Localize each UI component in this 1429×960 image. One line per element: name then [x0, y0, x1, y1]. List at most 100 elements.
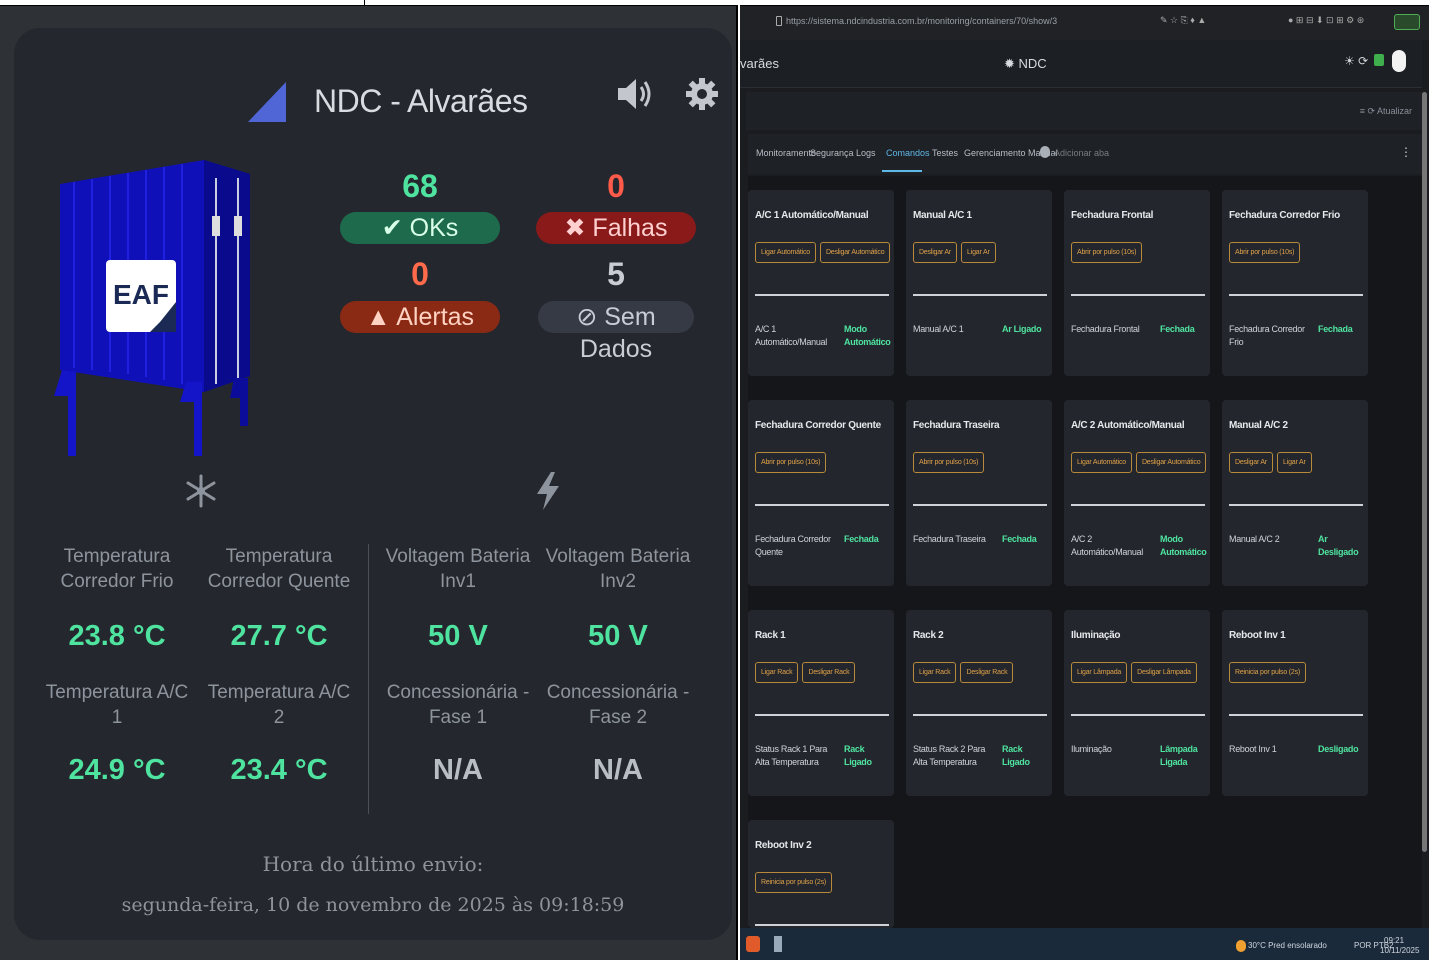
command-button[interactable]: Ligar Automático	[1071, 452, 1132, 473]
command-card: Fechadura Traseira Abrir por pulso (10s) F…	[906, 400, 1052, 586]
command-button[interactable]: Desligar Rack	[960, 662, 1014, 683]
command-card-title: Manual A/C 1	[913, 210, 972, 221]
refresh-button[interactable]: ≡ ⟳ Atualizar	[1360, 106, 1412, 117]
avatar[interactable]	[1392, 50, 1406, 72]
scrollbar[interactable]	[1422, 92, 1427, 852]
command-button[interactable]: Abrir por pulso (10s)	[755, 452, 827, 473]
tab-icon[interactable]	[776, 16, 782, 26]
command-buttons: Ligar Rack Desligar Rack	[755, 662, 856, 683]
tab-comandos[interactable]: Comandos	[886, 148, 930, 158]
weather-icon	[1236, 940, 1246, 952]
url-field[interactable]: https://sistema.ndcindustria.com.br/moni…	[786, 16, 1057, 26]
taskbar-date[interactable]: 10/11/2025	[1380, 946, 1419, 955]
status-label: Fechadura Traseira	[913, 534, 986, 544]
metric-value: 27.7 °C	[230, 620, 328, 652]
alert-label: Alertas	[396, 303, 475, 331]
card-divider	[913, 504, 1047, 506]
command-button[interactable]: Ligar Rack	[913, 662, 957, 683]
command-button[interactable]: Abrir por pulso (10s)	[913, 452, 985, 473]
command-card: Iluminação Ligar Lâmpada Desligar Lâmpada I…	[1064, 610, 1210, 796]
header-actions-icons[interactable]: ☀ ⟳	[1344, 54, 1368, 68]
taskbar-weather[interactable]: 30°C Pred ensolarado	[1248, 941, 1327, 950]
command-buttons: Abrir por pulso (10s)	[913, 452, 985, 473]
tab-adicionar[interactable]: Adicionar aba	[1054, 148, 1109, 158]
status-icon[interactable]	[1374, 54, 1384, 66]
status-label: Fechadura Corredor Frio	[1229, 324, 1305, 347]
command-button[interactable]: Desligar Automático	[819, 242, 891, 263]
screen: NDC - Alvarães EAF 68 ✔ OKs 0 ✖ Falhas 0…	[0, 0, 1429, 960]
status-label: Fechadura Frontal	[1071, 324, 1140, 334]
alert-badge[interactable]: ▲ Alertas	[340, 301, 500, 333]
status-label: A/C 1 Automático/Manual	[755, 324, 827, 347]
fail-badge[interactable]: ✖ Falhas	[536, 212, 696, 244]
update-button[interactable]	[1394, 14, 1420, 30]
command-button[interactable]: Ligar Lâmpada	[1071, 662, 1128, 683]
metric-label: Voltagem Bateria Inv2	[545, 546, 691, 592]
gear-icon[interactable]	[684, 76, 720, 112]
taskbar-time[interactable]: 09:21	[1384, 936, 1404, 945]
command-button[interactable]: Desligar Ar	[913, 242, 958, 263]
header-site-name: varães	[740, 56, 780, 71]
tab-testes[interactable]: Testes	[932, 148, 958, 158]
command-button[interactable]: Ligar Ar	[961, 242, 996, 263]
metric-label: Concessionária - Fase 1	[386, 682, 530, 728]
more-menu-icon[interactable]: ⋮	[1400, 145, 1412, 159]
status-label: A/C 2 Automático/Manual	[1071, 534, 1143, 557]
nodata-badge[interactable]: ⊘ Sem Dados	[538, 301, 694, 363]
command-button[interactable]: Desligar Ar	[1229, 452, 1274, 473]
border-tick	[364, 0, 365, 6]
eaf-logo-text: EAF	[113, 279, 169, 310]
command-button[interactable]: Desligar Rack	[802, 662, 856, 683]
card-divider	[913, 714, 1047, 716]
command-card: Fechadura Corredor Frio Abrir por pulso (…	[1222, 190, 1368, 376]
metric-value: N/A	[433, 754, 483, 786]
card-divider	[755, 504, 889, 506]
command-button[interactable]: Reinicia por pulso (2s)	[1229, 662, 1307, 683]
status-label: Manual A/C 2	[1229, 534, 1280, 544]
status-value: Ar Desligado	[1318, 534, 1359, 557]
app-icon[interactable]	[774, 936, 782, 952]
command-card-title: Rack 2	[913, 630, 944, 641]
toolbar-icons[interactable]: ● ⊞ ⊟ ⬇ ⊡ ⊞ ⚙ ⊛	[1288, 15, 1364, 26]
sound-icon[interactable]	[614, 74, 654, 114]
command-button[interactable]: Ligar Automático	[755, 242, 816, 263]
command-button[interactable]: Abrir por pulso (10s)	[1071, 242, 1143, 263]
ok-count: 68	[402, 168, 438, 204]
site-title: NDC - Alvarães	[314, 83, 528, 119]
command-card-title: A/C 2 Automático/Manual	[1071, 420, 1185, 431]
command-button[interactable]: Reinicia por pulso (2s)	[755, 872, 833, 893]
extension-icons[interactable]: ✎ ☆ ⎘ ♦ ▲	[1160, 15, 1206, 26]
dashboard-card: NDC - Alvarães EAF 68 ✔ OKs 0 ✖ Falhas 0…	[14, 28, 732, 940]
card-divider	[913, 294, 1047, 296]
gear-small-icon: ✹	[1004, 56, 1015, 71]
ok-badge[interactable]: ✔ OKs	[340, 212, 500, 244]
tab-seguranca[interactable]: Segurança	[810, 148, 854, 158]
status-value: Modo Automático	[1160, 534, 1207, 557]
app-header: varães ✹ NDC ☀ ⟳	[740, 40, 1422, 88]
metric-label: Voltagem Bateria Inv1	[385, 546, 531, 592]
command-card-title: Reboot Inv 1	[1229, 630, 1286, 641]
command-card: Reboot Inv 2 Reinicia por pulso (2s)	[748, 820, 894, 928]
tab-monitoramento[interactable]: Monitoramento	[756, 148, 816, 158]
command-button[interactable]: Desligar Lâmpada	[1131, 662, 1197, 683]
command-card: Fechadura Frontal Abrir por pulso (10s) Fe…	[1064, 190, 1210, 376]
add-tab-icon[interactable]	[1040, 146, 1050, 158]
card-divider	[1229, 504, 1363, 506]
command-buttons: Abrir por pulso (10s)	[755, 452, 827, 473]
command-button[interactable]: Abrir por pulso (10s)	[1229, 242, 1301, 263]
tab-logs[interactable]: Logs	[856, 148, 876, 158]
command-button[interactable]: Desligar Automático	[1135, 452, 1207, 473]
command-button[interactable]: Ligar Ar	[1277, 452, 1312, 473]
metric-label: Temperatura Corredor Frio	[60, 546, 174, 592]
lightning-icon	[537, 472, 559, 510]
command-button[interactable]: Ligar Rack	[755, 662, 799, 683]
status-value: Rack Ligado	[1002, 744, 1030, 767]
app-icon[interactable]	[746, 936, 760, 952]
fail-count: 0	[607, 168, 625, 204]
page-subbar: ≡ ⟳ Atualizar	[746, 92, 1422, 130]
check-circle-icon: ✔	[381, 214, 403, 242]
metric-label: Concessionária - Fase 2	[546, 682, 690, 728]
last-send-value: segunda-feira, 10 de novembro de 2025 às…	[121, 894, 625, 916]
command-card: Fechadura Corredor Quente Abrir por pulso…	[748, 400, 894, 586]
metric-label: Temperatura A/C 1	[45, 682, 189, 728]
